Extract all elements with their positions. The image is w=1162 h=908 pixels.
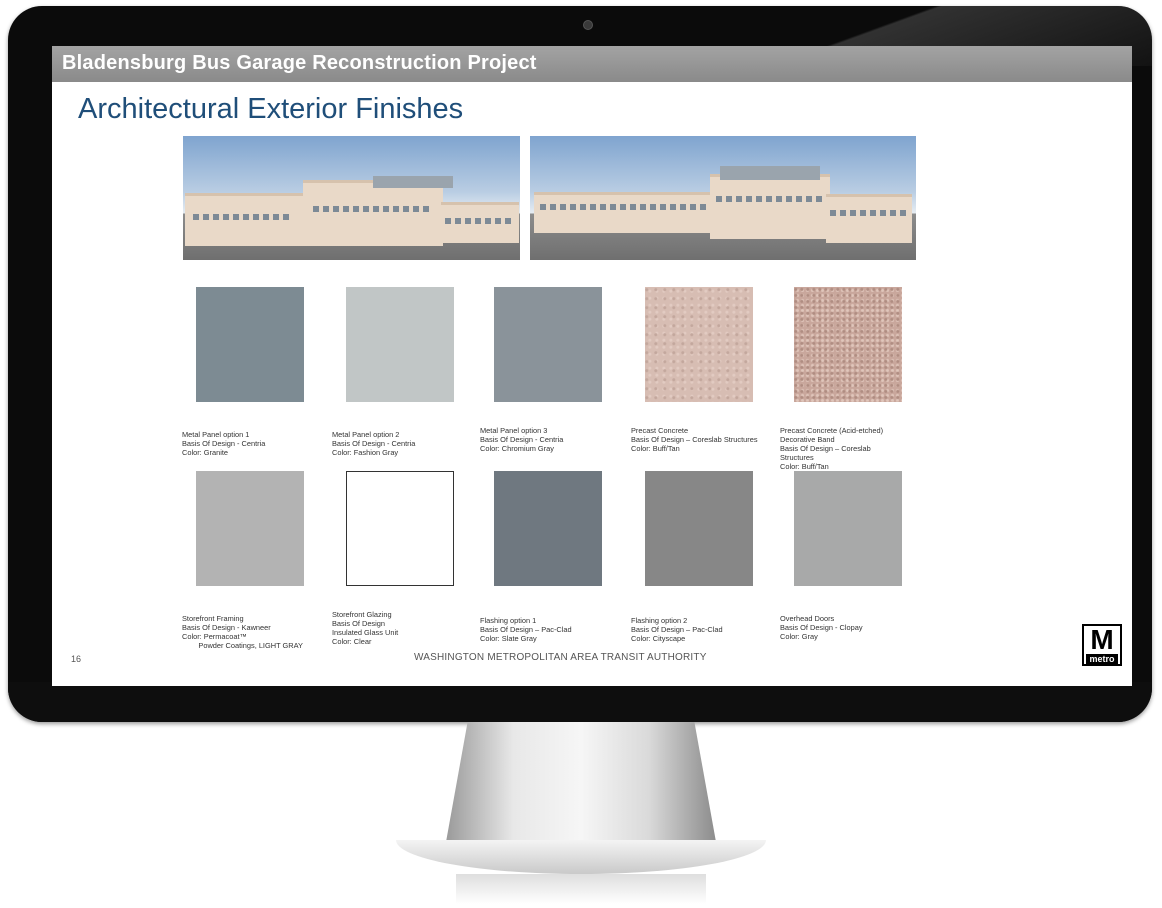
swatch-metal-panel-2: Metal Panel option 2 Basis Of Design - Ce… xyxy=(332,287,472,475)
building-rendering-2 xyxy=(530,136,916,260)
metro-logo-word: metro xyxy=(1086,654,1118,664)
color-sample xyxy=(794,471,902,586)
swatch-storefront-glazing: Storefront Glazing Basis Of Design Insulat… xyxy=(332,471,472,664)
monitor-stand-base xyxy=(396,840,766,874)
swatch-storefront-framing: Storefront Framing Basis Of Design - Kawn… xyxy=(182,471,322,668)
color-sample xyxy=(346,287,454,402)
swatch-caption: Storefront Framing Basis Of Design - Kawn… xyxy=(182,614,303,650)
footer-organization: WASHINGTON METROPOLITAN AREA TRANSIT AUT… xyxy=(414,652,707,663)
color-sample xyxy=(645,287,753,402)
swatch-caption: Precast Concrete Basis Of Design – Coresl… xyxy=(631,426,758,453)
stand-shadow xyxy=(456,874,706,904)
swatch-caption: Metal Panel option 2 Basis Of Design - Ce… xyxy=(332,430,416,457)
color-sample xyxy=(196,287,304,402)
metro-logo: M metro xyxy=(1082,624,1122,666)
swatch-metal-panel-1: Metal Panel option 1 Basis Of Design - Ce… xyxy=(182,287,322,475)
swatch-caption: Metal Panel option 3 Basis Of Design - Ce… xyxy=(480,426,564,453)
swatch-flashing-1: Flashing option 1 Basis Of Design – Pac-C… xyxy=(480,471,620,661)
swatch-metal-panel-3: Metal Panel option 3 Basis Of Design - Ce… xyxy=(480,287,620,471)
swatch-overhead-doors: Overhead Doors Basis Of Design - Clopay Co… xyxy=(780,471,920,659)
color-sample xyxy=(494,287,602,402)
swatch-flashing-2: Flashing option 2 Basis Of Design – Pac-C… xyxy=(631,471,771,661)
color-sample xyxy=(196,471,304,586)
monitor-stand-neck xyxy=(446,722,716,842)
metro-logo-letter: M xyxy=(1090,624,1114,655)
swatch-caption: Metal Panel option 1 Basis Of Design - Ce… xyxy=(182,430,266,457)
swatch-precast-concrete-acid-etched: Precast Concrete (Acid-etched) Decorative… xyxy=(780,287,920,489)
color-sample xyxy=(346,471,454,586)
camera-icon xyxy=(583,20,593,30)
slide-screen: Bladensburg Bus Garage Reconstruction Pr… xyxy=(52,46,1132,686)
slide-header-bar: Bladensburg Bus Garage Reconstruction Pr… xyxy=(52,46,1132,82)
page-title: Architectural Exterior Finishes xyxy=(78,93,464,125)
color-sample xyxy=(494,471,602,586)
monitor-bezel: Bladensburg Bus Garage Reconstruction Pr… xyxy=(8,6,1152,722)
project-title: Bladensburg Bus Garage Reconstruction Pr… xyxy=(62,52,537,74)
building-rendering-1 xyxy=(183,136,520,260)
swatch-precast-concrete: Precast Concrete Basis Of Design – Coresl… xyxy=(631,287,771,471)
color-sample xyxy=(794,287,902,402)
bezel-chin xyxy=(8,682,1152,722)
swatch-caption: Overhead Doors Basis Of Design - Clopay Co… xyxy=(780,614,863,641)
color-sample xyxy=(645,471,753,586)
page-number: 16 xyxy=(71,654,82,664)
